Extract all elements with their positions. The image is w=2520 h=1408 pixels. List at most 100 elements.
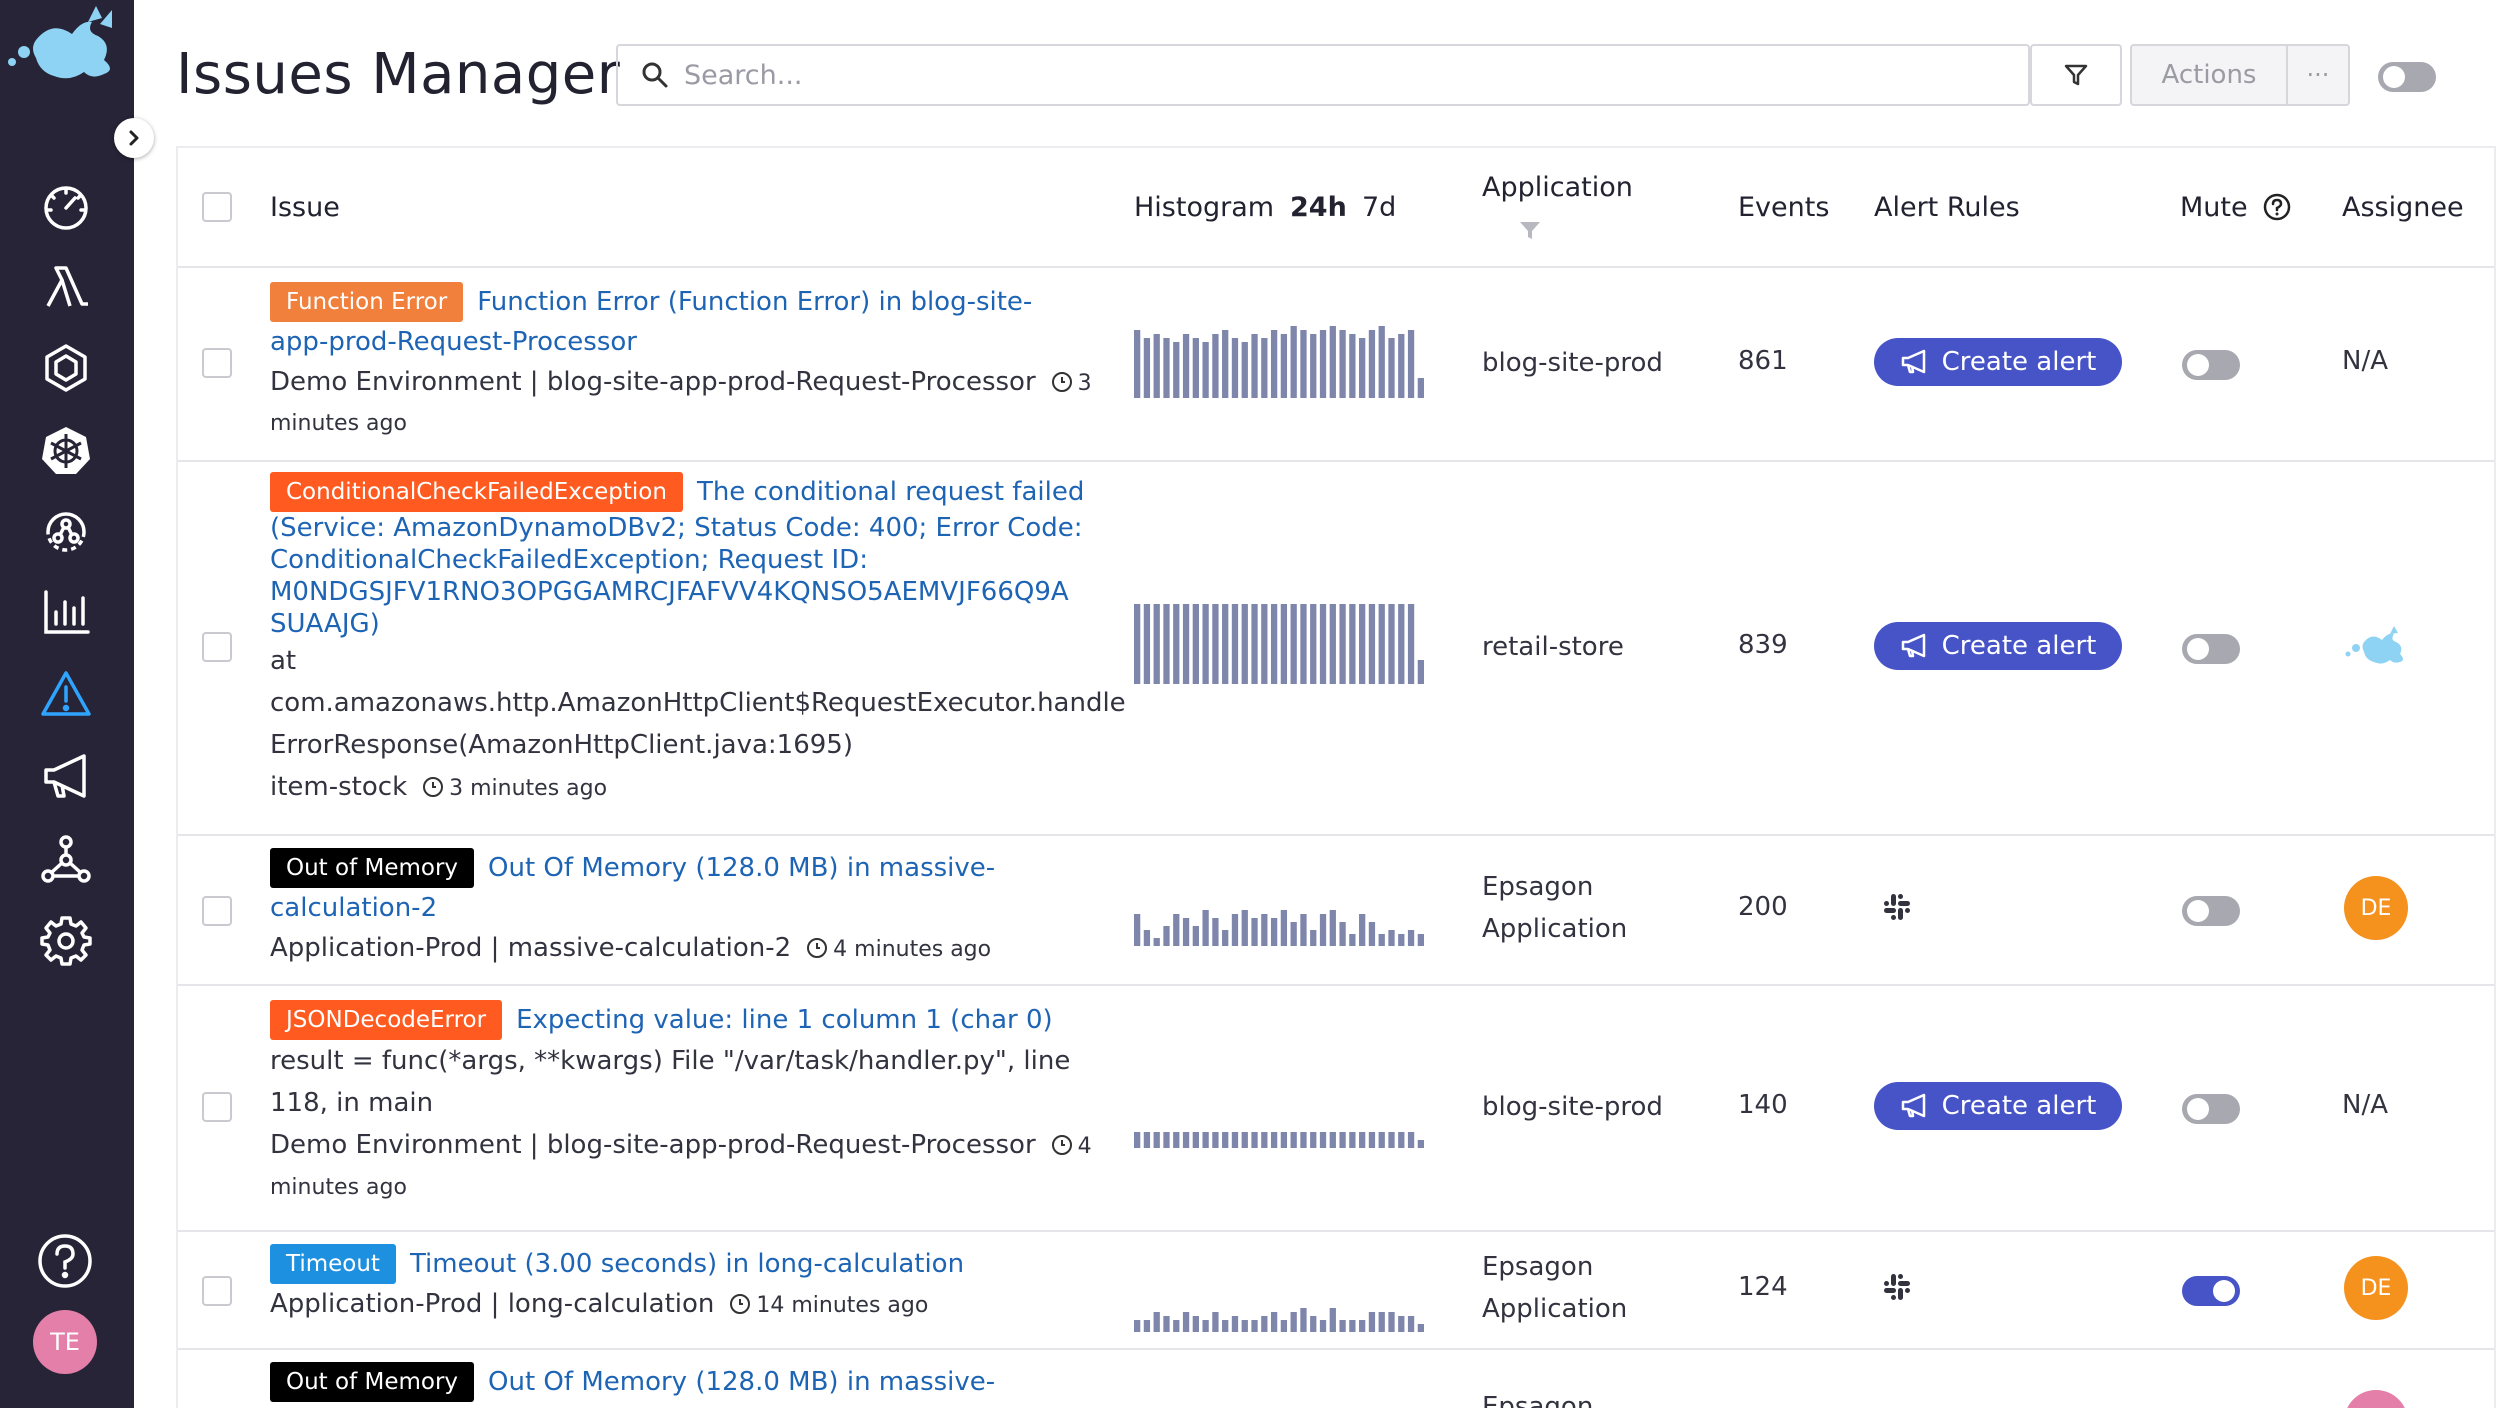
- histogram-bar: [1339, 1320, 1346, 1332]
- filter-button[interactable]: [2030, 44, 2122, 106]
- sidebar-collapse-button[interactable]: [114, 118, 154, 158]
- histogram-bar: [1173, 342, 1180, 398]
- row-checkbox[interactable]: [202, 1092, 232, 1122]
- hexagon-icon[interactable]: [38, 340, 94, 396]
- issue-link[interactable]: Out Of Memory (128.0 MB) in massive-: [488, 853, 995, 883]
- table-row[interactable]: JSONDecodeError Expecting value: line 1 c…: [178, 984, 2494, 1232]
- dashboard-icon[interactable]: [38, 178, 94, 234]
- histogram-bar: [1407, 1132, 1415, 1148]
- issue-link[interactable]: M0NDGSJFV1RNO3OPGGAMRCJFAFVV4KQNSO5AEMVJ…: [270, 576, 1100, 608]
- mute-toggle[interactable]: [2182, 1094, 2240, 1124]
- issue-link[interactable]: Out Of Memory (128.0 MB) in massive-: [488, 1367, 995, 1397]
- mute-toggle[interactable]: [2182, 896, 2240, 926]
- assignee-avatar[interactable]: [2344, 1390, 2408, 1408]
- issue-link[interactable]: (Service: AmazonDynamoDBv2; Status Code:…: [270, 512, 1100, 544]
- slack-icon[interactable]: [1880, 890, 1914, 924]
- create-alert-button[interactable]: Create alert: [1874, 1082, 2122, 1130]
- column-events[interactable]: Events: [1738, 192, 1829, 223]
- user-avatar[interactable]: TE: [33, 1310, 97, 1374]
- issue-link[interactable]: Timeout (3.00 seconds) in long-calculati…: [410, 1249, 964, 1279]
- table-row[interactable]: Out of Memory Out Of Memory (128.0 MB) in…: [178, 834, 2494, 986]
- histogram-bar: [1329, 1132, 1336, 1148]
- histogram-bar: [1398, 604, 1405, 684]
- issue-link[interactable]: Function Error (Function Error) in blog-…: [477, 287, 1032, 317]
- chevron-right-icon: [129, 130, 139, 146]
- assignee-avatar-logo[interactable]: [2344, 624, 2408, 672]
- issue-link[interactable]: calculation-2: [270, 888, 1100, 928]
- assignee-avatar[interactable]: DE: [2344, 876, 2408, 940]
- issue-link[interactable]: Expecting value: line 1 column 1 (char 0…: [516, 1005, 1053, 1035]
- help-circle-icon[interactable]: [2262, 192, 2292, 222]
- search-input[interactable]: [682, 58, 1986, 92]
- row-checkbox[interactable]: [202, 632, 232, 662]
- histogram-bar: [1388, 1132, 1395, 1148]
- events-count: 124: [1738, 1272, 1788, 1302]
- lambda-icon[interactable]: [38, 258, 94, 314]
- row-checkbox[interactable]: [202, 896, 232, 926]
- issue-time: minutes ago: [270, 1175, 407, 1200]
- histogram-bar: [1270, 1132, 1278, 1148]
- histogram-bar: [1280, 334, 1288, 398]
- column-assignee: Assignee: [2342, 192, 2464, 223]
- clock-icon: [423, 777, 444, 797]
- slack-icon[interactable]: [1880, 1270, 1914, 1304]
- histogram-bar: [1300, 1308, 1307, 1332]
- issues-table: Issue Histogram 24h 7d Application Event…: [176, 146, 2496, 1408]
- kubernetes-icon[interactable]: [38, 422, 94, 478]
- create-alert-button[interactable]: Create alert: [1874, 338, 2122, 386]
- service-map-icon[interactable]: [38, 504, 94, 560]
- histogram-bar: [1417, 378, 1424, 398]
- event-histogram: [1134, 326, 1424, 398]
- histogram-bar: [1202, 342, 1209, 398]
- histogram-bar: [1319, 914, 1327, 946]
- megaphone-icon[interactable]: [38, 748, 94, 804]
- table-row[interactable]: Out of Memory Out Of Memory (128.0 MB) in…: [178, 1348, 2494, 1408]
- issue-link[interactable]: The conditional request failed: [697, 477, 1084, 507]
- row-checkbox[interactable]: [202, 348, 232, 378]
- gear-icon[interactable]: [38, 912, 94, 968]
- issue-link[interactable]: ConditionalCheckFailedException; Request…: [270, 544, 1100, 576]
- more-actions-button[interactable]: ···: [2286, 44, 2350, 106]
- help-icon[interactable]: [36, 1232, 94, 1290]
- assignee-avatar[interactable]: DE: [2344, 1256, 2408, 1320]
- assignee-name[interactable]: N/A: [2342, 1090, 2388, 1120]
- histogram-bar: [1329, 910, 1336, 946]
- histogram-bar: [1270, 604, 1278, 684]
- histogram-range-24h[interactable]: 24h: [1290, 192, 1347, 223]
- histogram-range-7d[interactable]: 7d: [1362, 192, 1396, 223]
- issue-cell: Timeout Timeout (3.00 seconds) in long-ca…: [270, 1244, 1100, 1326]
- histogram-bar: [1231, 914, 1239, 946]
- select-all-checkbox[interactable]: [202, 192, 232, 222]
- mute-toggle[interactable]: [2182, 634, 2240, 664]
- issue-link[interactable]: SUAAJG): [270, 608, 1100, 640]
- megaphone-icon: [1901, 1093, 1925, 1118]
- application-name: blog-site-prod: [1482, 348, 1663, 378]
- mute-toggle[interactable]: [2182, 1276, 2240, 1306]
- actions-button[interactable]: Actions: [2130, 44, 2288, 106]
- assignee-name[interactable]: N/A: [2342, 346, 2388, 376]
- network-icon[interactable]: [38, 830, 94, 886]
- histogram-bar: [1134, 604, 1141, 684]
- chart-icon[interactable]: [38, 584, 94, 640]
- page-title: Issues Manager: [176, 42, 621, 107]
- warning-icon[interactable]: [38, 666, 94, 722]
- application-filter-icon[interactable]: [1518, 220, 1542, 242]
- table-row[interactable]: ConditionalCheckFailedException The condi…: [178, 460, 2494, 836]
- column-application[interactable]: Application: [1482, 172, 1633, 203]
- clock-icon: [1051, 372, 1072, 392]
- search-box[interactable]: [616, 44, 2030, 106]
- table-row[interactable]: Function Error Function Error (Function E…: [178, 266, 2494, 462]
- table-row[interactable]: Timeout Timeout (3.00 seconds) in long-ca…: [178, 1230, 2494, 1350]
- issue-link[interactable]: app-prod-Request-Processor: [270, 322, 1100, 362]
- issue-source: Application-Prod | long-calculation: [270, 1289, 715, 1319]
- issue-cell: JSONDecodeError Expecting value: line 1 c…: [270, 1000, 1100, 1208]
- histogram-bar: [1134, 914, 1141, 946]
- mute-toggle[interactable]: [2182, 350, 2240, 380]
- create-alert-button[interactable]: Create alert: [1874, 622, 2122, 670]
- column-mute: Mute: [2180, 192, 2248, 223]
- issue-time: 14 minutes ago: [756, 1293, 929, 1318]
- header-toggle[interactable]: [2378, 62, 2436, 92]
- column-issue[interactable]: Issue: [270, 192, 340, 223]
- epsagon-logo[interactable]: [0, 0, 134, 100]
- row-checkbox[interactable]: [202, 1276, 232, 1306]
